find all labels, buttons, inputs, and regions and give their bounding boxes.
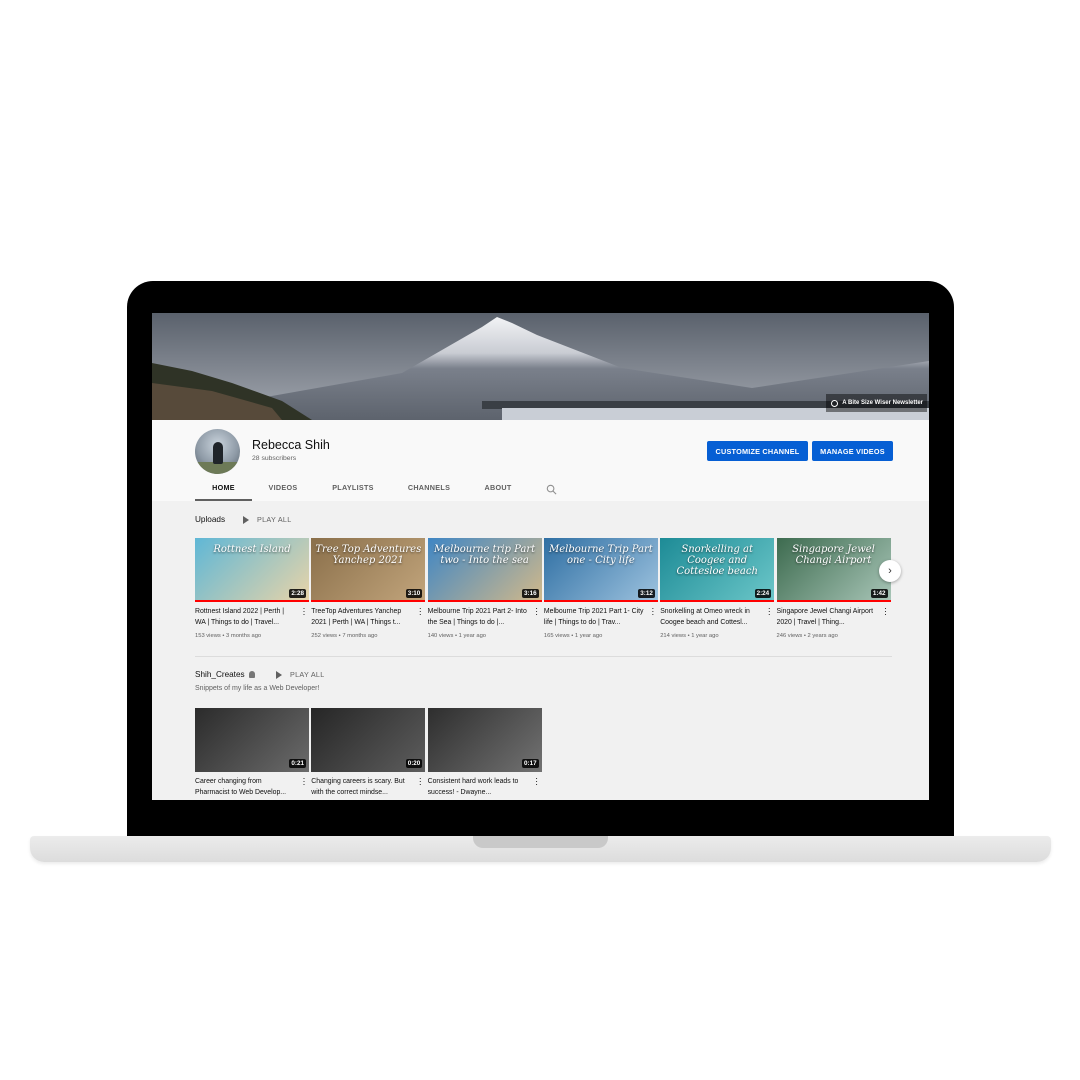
tab-about[interactable]: ABOUT [466,483,530,501]
video-duration: 1:42 [870,589,888,598]
video-title[interactable]: Rottnest Island 2022 | Perth | WA | Thin… [195,607,295,628]
more-vert-icon[interactable]: · · · [302,604,306,619]
avatar-person [213,442,223,464]
play-icon [243,515,249,524]
video-thumbnail[interactable]: Singapore Jewel Changi Airport 1:42 [776,538,891,602]
video-title[interactable]: Consistent hard work leads to success! -… [428,777,528,798]
video-thumbnail[interactable]: Rottnest Island 2:28 [195,538,309,602]
lock-icon [248,671,255,678]
video-thumbnail[interactable]: 0:20 [311,708,426,772]
video-duration: 3:12 [638,589,655,598]
watch-progress-bar [776,600,891,602]
watch-progress-bar [660,600,775,602]
video-title[interactable]: Snorkelling at Omeo wreck in Coogee beac… [660,607,760,628]
thumbnail-overlay-text: Snorkelling at Coogee and Cottesloe beac… [676,544,758,577]
thumbnail-overlay-text: Rottnest Island [213,544,291,555]
playlist-description: Snippets of my life as a Web Developer! [195,685,320,692]
video-title[interactable]: Singapore Jewel Changi Airport 2020 | Tr… [777,607,877,628]
channel-name: Rebecca Shih [252,438,330,452]
more-vert-icon[interactable]: · · · [302,774,306,789]
globe-icon [831,399,839,407]
shelf-next-arrow[interactable]: › [879,560,901,582]
more-vert-icon[interactable]: · · · [535,774,539,789]
play-icon [276,670,282,679]
video-thumbnail[interactable]: 0:21 [195,708,309,772]
thumbnail-overlay-text: Melbourne Trip Part one - City life [548,544,653,566]
playlist-title-text: Shih_Creates [195,670,245,679]
tab-home[interactable]: HOME [195,483,252,501]
banner-link-text: A Bite Size Wiser Newsletter [842,400,923,406]
more-vert-icon[interactable]: · · · [651,604,655,619]
video-thumbnail[interactable]: Melbourne trip Part two - Into the sea 3:… [427,538,542,602]
youtube-channel-screen: A Bite Size Wiser Newsletter Rebecca Shi… [152,313,929,800]
avatar[interactable] [195,429,240,474]
playlist-section-title[interactable]: Shih_Creates [195,670,255,679]
manage-videos-button[interactable]: MANAGE VIDEOS [812,441,893,461]
channel-header: Rebecca Shih 28 subscribers CUSTOMIZE CH… [152,420,929,501]
more-vert-icon[interactable]: · · · [418,604,422,619]
video-thumbnail[interactable]: Snorkelling at Coogee and Cottesloe beac… [660,538,775,602]
channel-tabs: HOME VIDEOS PLAYLISTS CHANNELS ABOUT [195,483,530,501]
video-meta: 140 views • 1 year ago [427,633,487,639]
video-duration: 2:28 [289,589,306,598]
uploads-play-all-button[interactable]: PLAY ALL [243,515,292,524]
more-vert-icon[interactable]: · · · [418,774,422,789]
tab-channels[interactable]: CHANNELS [392,483,466,501]
video-title[interactable]: Career changing from Pharmacist to Web D… [195,777,295,798]
thumbnail-overlay-text: Singapore Jewel Changi Airport [792,544,875,566]
video-title[interactable]: Melbourne Trip 2021 Part 2- Into the Sea… [428,607,528,628]
laptop-notch [473,836,608,848]
video-meta: 165 views • 1 year ago [543,633,603,639]
video-meta: 153 views • 3 months ago [195,633,262,639]
watch-progress-bar [195,600,309,602]
more-vert-icon[interactable]: · · · [884,604,888,619]
video-title[interactable]: Changing careers is scary. But with the … [311,777,411,798]
video-duration: 0:17 [521,759,539,768]
video-thumbnail[interactable]: 0:17 [427,708,542,772]
more-vert-icon[interactable]: · · · [767,604,771,619]
playlist-play-all-button[interactable]: PLAY ALL [276,670,325,679]
watch-progress-bar [311,600,426,602]
video-title[interactable]: Melbourne Trip 2021 Part 1- City life | … [544,607,644,628]
video-duration: 2:24 [754,589,772,598]
tab-playlists[interactable]: PLAYLISTS [314,483,392,501]
banner-link[interactable]: A Bite Size Wiser Newsletter [826,394,927,412]
watch-progress-bar [543,600,658,602]
play-all-label: PLAY ALL [290,670,325,679]
channel-banner: A Bite Size Wiser Newsletter [152,313,929,420]
play-all-label: PLAY ALL [257,515,292,524]
video-meta: 214 views • 1 year ago [660,633,719,639]
video-duration: 3:10 [405,589,423,598]
video-duration: 3:16 [521,589,539,598]
video-thumbnail[interactable]: Tree Top Adventures Yanchep 2021 3:10 [311,538,426,602]
video-duration: 0:20 [405,759,423,768]
search-icon[interactable] [546,484,557,495]
video-title[interactable]: TreeTop Adventures Yanchep 2021 | Perth … [311,607,411,628]
watch-progress-bar [427,600,542,602]
video-meta: 252 views • 7 months ago [311,633,378,639]
customize-channel-button[interactable]: CUSTOMIZE CHANNEL [707,441,808,461]
chevron-right-icon: › [888,565,892,577]
thumbnail-overlay-text: Melbourne trip Part two - Into the sea [434,544,536,566]
video-thumbnail[interactable]: Melbourne Trip Part one - City life 3:12 [543,538,658,602]
more-vert-icon[interactable]: · · · [535,604,539,619]
tab-videos[interactable]: VIDEOS [252,483,314,501]
uploads-section-title[interactable]: Uploads [195,515,225,524]
channel-home-content: Uploads PLAY ALL Rottnest Island 2:28 Rott… [152,501,929,800]
subscriber-count: 28 subscribers [252,455,297,462]
section-divider [195,656,892,657]
video-duration: 0:21 [289,759,306,768]
video-meta: 246 views • 2 years ago [776,633,838,639]
mountain-banner-image [152,313,929,420]
thumbnail-overlay-text: Tree Top Adventures Yanchep 2021 [315,544,422,566]
